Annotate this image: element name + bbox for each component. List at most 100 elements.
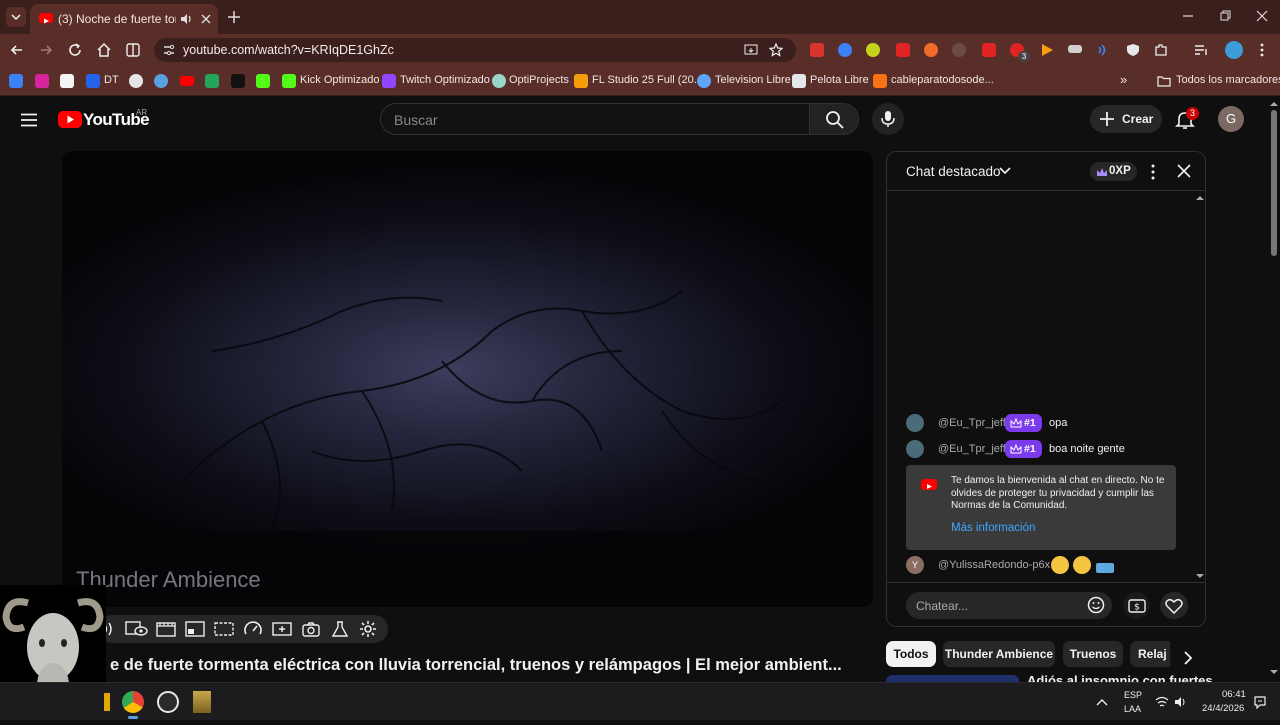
bookmark-instagram-icon[interactable] [35, 74, 49, 88]
extension-play-icon[interactable] [982, 43, 996, 57]
scroll-down-arrow-icon[interactable] [1269, 668, 1279, 676]
chevron-down-icon[interactable] [999, 166, 1011, 176]
extension-yellow-icon[interactable] [866, 43, 880, 57]
bookmark-chatgpt-icon[interactable] [129, 74, 143, 88]
bookmark-cable-icon[interactable] [873, 74, 887, 88]
site-info-icon[interactable] [162, 43, 176, 57]
chat-scroll-up-icon[interactable] [1195, 194, 1205, 202]
language-indicator-bottom[interactable]: LAA [1124, 704, 1141, 714]
install-app-icon[interactable] [744, 43, 758, 57]
bookmark-pelota-icon[interactable] [792, 74, 806, 88]
close-window-icon[interactable] [1256, 10, 1268, 22]
bookmark-dt-icon[interactable] [86, 74, 100, 88]
bookmark-flstudio-icon[interactable] [574, 74, 588, 88]
taskbar-league-icon[interactable] [193, 691, 211, 713]
minimize-icon[interactable] [1182, 10, 1194, 22]
account-avatar[interactable]: G [1218, 106, 1244, 132]
bookmark-star-icon[interactable] [769, 43, 783, 57]
bookmark-gmail-icon[interactable] [60, 74, 74, 88]
all-bookmarks-label[interactable]: Todos los marcadores [1176, 74, 1280, 86]
chat-avatar[interactable] [906, 414, 924, 432]
chat-author[interactable]: @Eu_Tpr_jeff [938, 417, 1006, 429]
clock-time[interactable]: 06:41 [1222, 689, 1246, 700]
taskbar-obs-icon[interactable] [157, 691, 179, 713]
language-indicator-top[interactable]: ESP [1124, 690, 1142, 700]
search-button[interactable] [809, 103, 859, 135]
theater-mode-icon[interactable] [214, 620, 234, 638]
taskbar-yellow-app-icon[interactable] [104, 693, 110, 711]
extensions-puzzle-icon[interactable] [1154, 43, 1168, 57]
bookmark-cable-label[interactable]: cableparatodosode... [891, 74, 994, 86]
extension-red-icon[interactable] [810, 43, 824, 57]
bookmark-optiprojects-icon[interactable] [492, 74, 506, 88]
bookmark-youtube-icon[interactable] [180, 76, 194, 86]
bookmark-cf-icon[interactable] [9, 74, 23, 88]
extension-orange-icon[interactable] [924, 43, 938, 57]
settings-gear-icon[interactable] [358, 620, 378, 638]
related-video-title[interactable]: Adiós al insomnio con fuertes [1027, 673, 1213, 682]
forward-arrow-icon[interactable] [38, 42, 54, 58]
chat-author[interactable]: @YulissaRedondo-p6x [938, 559, 1050, 571]
film-strip-icon[interactable] [156, 620, 176, 638]
chat-author[interactable]: @Eu_Tpr_jeff [938, 443, 1006, 455]
extension-shield-icon[interactable] [1126, 43, 1140, 57]
super-chat-button[interactable]: $ [1123, 592, 1150, 619]
bookmark-x-icon[interactable] [231, 74, 245, 88]
chat-more-icon[interactable] [1150, 164, 1156, 180]
bookmark-kick-optimizado-icon[interactable] [282, 74, 296, 88]
extension-play-orange-icon[interactable] [1040, 43, 1054, 57]
extension-glasses-icon[interactable] [1068, 45, 1082, 53]
volume-icon[interactable] [1174, 696, 1188, 708]
restore-icon[interactable] [1219, 10, 1231, 22]
clock-date[interactable]: 24/4/2026 [1202, 703, 1244, 714]
taskbar-chrome-icon[interactable] [122, 691, 144, 713]
reload-icon[interactable] [67, 42, 83, 58]
chips-next-arrow-icon[interactable] [1182, 651, 1194, 665]
bookmark-dt-label[interactable]: DT [104, 74, 119, 86]
speaker-audio-icon[interactable] [179, 12, 193, 26]
chat-input[interactable]: Chatear... [906, 592, 1112, 619]
hamburger-menu-icon[interactable] [20, 113, 38, 127]
bookmark-tvlibre-icon[interactable] [697, 74, 711, 88]
page-scrollbar-thumb[interactable] [1271, 110, 1277, 256]
wifi-icon[interactable] [1155, 696, 1169, 708]
chip-truenos[interactable]: Truenos [1063, 641, 1123, 667]
chat-avatar[interactable]: Y [906, 556, 924, 574]
home-icon[interactable] [96, 42, 112, 58]
bookmark-pelota-label[interactable]: Pelota Libre [810, 74, 869, 86]
new-tab-plus-icon[interactable] [227, 10, 241, 24]
flask-experiment-icon[interactable] [330, 620, 350, 638]
extension-gray-icon[interactable] [952, 43, 966, 57]
add-frame-icon[interactable] [272, 620, 292, 638]
bookmark-tvlibre-label[interactable]: Television Libre [715, 74, 791, 86]
bookmark-kick-label[interactable]: Kick Optimizado [300, 74, 379, 86]
scroll-up-arrow-icon[interactable] [1269, 100, 1279, 108]
media-controls-icon[interactable] [1194, 43, 1208, 57]
bookmark-kick-icon[interactable] [256, 74, 270, 88]
more-info-link[interactable]: Más información [951, 522, 1035, 534]
bookmark-flstudio-label[interactable]: FL Studio 25 Full (20... [592, 74, 703, 86]
close-tab-icon[interactable] [200, 13, 212, 25]
chip-todos[interactable]: Todos [886, 641, 936, 667]
bookmark-optiprojects-label[interactable]: OptiProjects [509, 74, 569, 86]
bookmark-green-icon[interactable] [205, 74, 219, 88]
extension-signal-icon[interactable] [1096, 43, 1110, 57]
bookmark-blue-icon[interactable] [154, 74, 168, 88]
browser-menu-icon[interactable] [1255, 43, 1269, 57]
related-video-thumbnail[interactable] [886, 675, 1019, 682]
chip-relaj[interactable]: Relaj [1130, 641, 1170, 667]
split-view-icon[interactable] [125, 42, 141, 58]
address-bar[interactable]: youtube.com/watch?v=KRIqDE1GhZc [154, 38, 796, 62]
speed-gauge-icon[interactable] [243, 620, 263, 638]
create-button[interactable]: Crear [1090, 105, 1162, 133]
voice-search-button[interactable] [872, 103, 904, 135]
chat-mode-label[interactable]: Chat destacado [906, 164, 1001, 179]
chat-scroll-down-icon[interactable] [1195, 572, 1205, 580]
chip-thunder-ambience[interactable]: Thunder Ambience [943, 641, 1055, 667]
emoji-smile-icon[interactable] [1087, 596, 1105, 614]
picture-in-picture-icon[interactable] [185, 620, 205, 638]
eye-tool-icon[interactable] [125, 620, 149, 638]
bookmark-twitch-label[interactable]: Twitch Optimizado [400, 74, 490, 86]
tab-search-button[interactable] [6, 7, 26, 27]
browser-tab-active[interactable]: (3) Noche de fuerte tormen [30, 4, 218, 34]
